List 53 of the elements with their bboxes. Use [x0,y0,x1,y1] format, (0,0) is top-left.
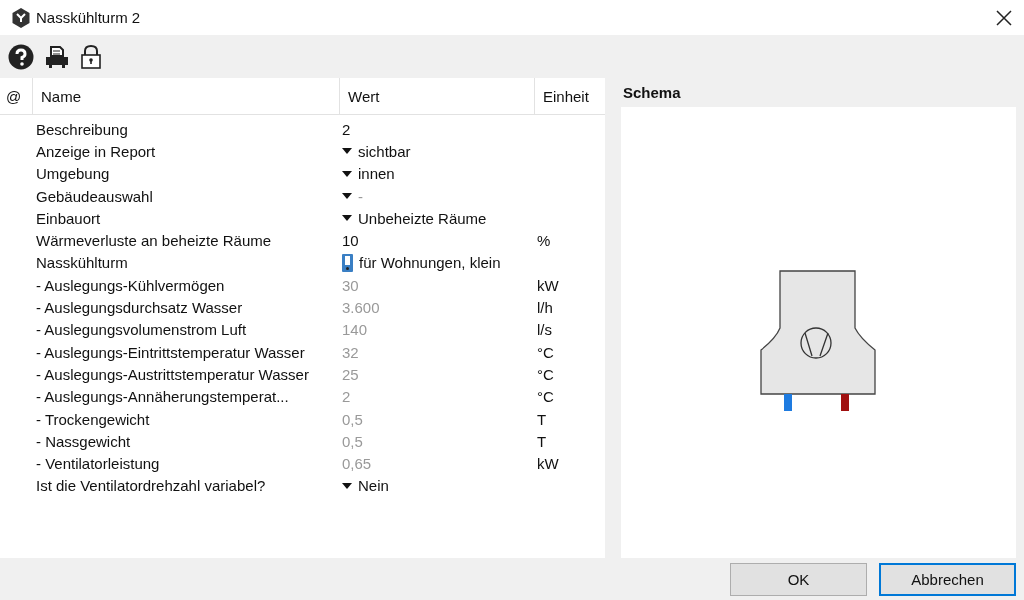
property-name: Anzeige in Report [35,142,157,160]
column-header[interactable]: Einheit [535,78,605,114]
property-name: - Auslegungs-Kühlvermögen [35,276,226,294]
dropdown-caret-icon[interactable] [342,215,352,222]
property-name: Beschreibung [35,120,129,138]
unit-label: l/s [537,321,552,339]
column-header[interactable]: @ [0,78,33,114]
printer-icon[interactable] [44,44,70,69]
window-title: Nasskühlturm 2 [36,9,142,26]
panel-title: Schema [622,83,682,103]
property-name: - Auslegungsvolumenstrom Luft [35,321,248,339]
unit-label: °C [537,365,554,383]
unit-label: T [537,432,547,450]
property-name: Einbauort [35,209,102,227]
property-name: - Auslegungs-Annäherungstemperat... [35,388,290,406]
lock-icon[interactable] [80,43,102,70]
dropdown-value[interactable]: sichtbar [358,142,411,160]
device-icon[interactable] [342,253,353,272]
property-name: - Auslegungsdurchsatz Wasser [35,299,244,316]
property-value[interactable]: 10 [342,232,359,250]
dropdown-value[interactable]: Nein [358,477,389,495]
dropdown-caret-icon[interactable] [342,148,352,155]
app-logo-icon [12,7,30,28]
dropdown-caret-icon[interactable] [342,170,352,177]
unit-label: kW [537,276,559,294]
unit-label: °C [537,343,554,361]
property-value[interactable]: 2 [342,120,351,138]
dropdown-caret-icon[interactable] [342,482,352,489]
property-name: - Ventilatorleistung [35,455,161,473]
dialog-button[interactable]: Abbrechen [879,562,1016,596]
help-icon[interactable] [8,43,34,70]
property-name: Nasskühlturm [35,254,129,272]
dropdown-value[interactable]: innen [358,165,395,183]
property-name: - Nassgewicht [35,432,132,450]
dialog-button[interactable]: OK [730,562,867,596]
component-value[interactable]: für Wohnungen, klein [359,254,501,272]
property-name: - Auslegungs-Austrittstemperatur Wasser [35,365,310,383]
property-name: Ist die Ventilatordrehzahl variabel? [35,477,267,495]
column-header[interactable]: Wert [340,78,535,114]
unit-label: % [537,232,551,250]
close-icon[interactable] [996,9,1012,26]
property-name: - Auslegungs-Eintrittstemperatur Wasser [35,343,306,361]
property-name: - Trockengewicht [35,410,151,428]
unit-label: T [537,410,547,428]
unit-label: °C [537,388,554,406]
dropdown-value[interactable]: Unbeheizte Räume [358,209,487,227]
column-header[interactable]: Name [33,78,340,114]
unit-label: l/h [537,299,553,316]
property-name: Gebäudeauswahl [35,187,154,205]
property-name: Umgebung [35,165,111,183]
dropdown-caret-icon[interactable] [342,193,352,200]
property-name: Wärmeverluste an beheizte Räume [35,232,273,250]
unit-label: kW [537,455,559,473]
